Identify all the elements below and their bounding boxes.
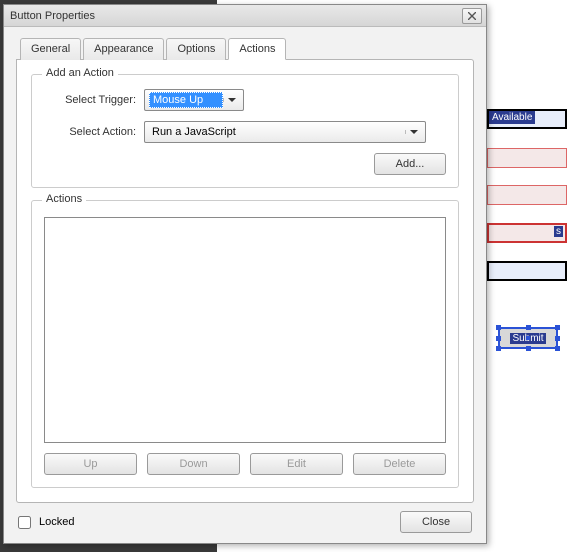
locked-checkbox-label[interactable]: Locked [14, 513, 74, 532]
up-button[interactable]: Up [44, 453, 137, 475]
dialog-footer: Locked Close [4, 503, 486, 543]
dialog-title: Button Properties [10, 10, 95, 22]
select-action-dropdown[interactable]: Run a JavaScript [144, 121, 426, 143]
tab-options[interactable]: Options [166, 38, 226, 60]
delete-button[interactable]: Delete [353, 453, 446, 475]
submit-label: Submit [510, 333, 545, 344]
tab-actions[interactable]: Actions [228, 38, 286, 60]
trigger-label: Select Trigger: [44, 94, 136, 106]
tab-content-actions: Add an Action Select Trigger: Mouse Up S… [16, 59, 474, 503]
tab-appearance[interactable]: Appearance [83, 38, 164, 60]
available-badge: Available [489, 111, 535, 124]
close-icon[interactable] [462, 8, 482, 24]
form-field[interactable]: Available [487, 109, 567, 129]
button-properties-dialog: Button Properties General Appearance Opt… [3, 4, 487, 544]
group-label: Add an Action [42, 67, 118, 79]
add-action-group: Add an Action Select Trigger: Mouse Up S… [31, 74, 459, 188]
dialog-titlebar[interactable]: Button Properties [4, 5, 486, 27]
dropdown-value: Run a JavaScript [149, 125, 405, 139]
tab-general[interactable]: General [20, 38, 81, 60]
actions-group: Actions Up Down Edit Delete [31, 200, 459, 488]
locked-checkbox[interactable] [18, 516, 31, 529]
dropdown-value: Mouse Up [149, 92, 223, 108]
select-trigger-dropdown[interactable]: Mouse Up [144, 89, 244, 111]
actions-listbox[interactable] [44, 217, 446, 443]
form-field[interactable] [487, 261, 567, 281]
add-button[interactable]: Add... [374, 153, 446, 175]
chevron-down-icon [405, 130, 421, 134]
chevron-down-icon [223, 98, 239, 102]
form-field[interactable] [487, 148, 567, 168]
close-button[interactable]: Close [400, 511, 472, 533]
down-button[interactable]: Down [147, 453, 240, 475]
edit-button[interactable]: Edit [250, 453, 343, 475]
submit-button-field[interactable]: Submit [498, 327, 558, 349]
badge: s [554, 226, 563, 237]
locked-label-text: Locked [39, 516, 74, 528]
form-field[interactable] [487, 185, 567, 205]
form-field[interactable]: s [487, 223, 567, 243]
group-label: Actions [42, 193, 86, 205]
tab-strip: General Appearance Options Actions [16, 38, 474, 60]
action-label: Select Action: [44, 126, 136, 138]
